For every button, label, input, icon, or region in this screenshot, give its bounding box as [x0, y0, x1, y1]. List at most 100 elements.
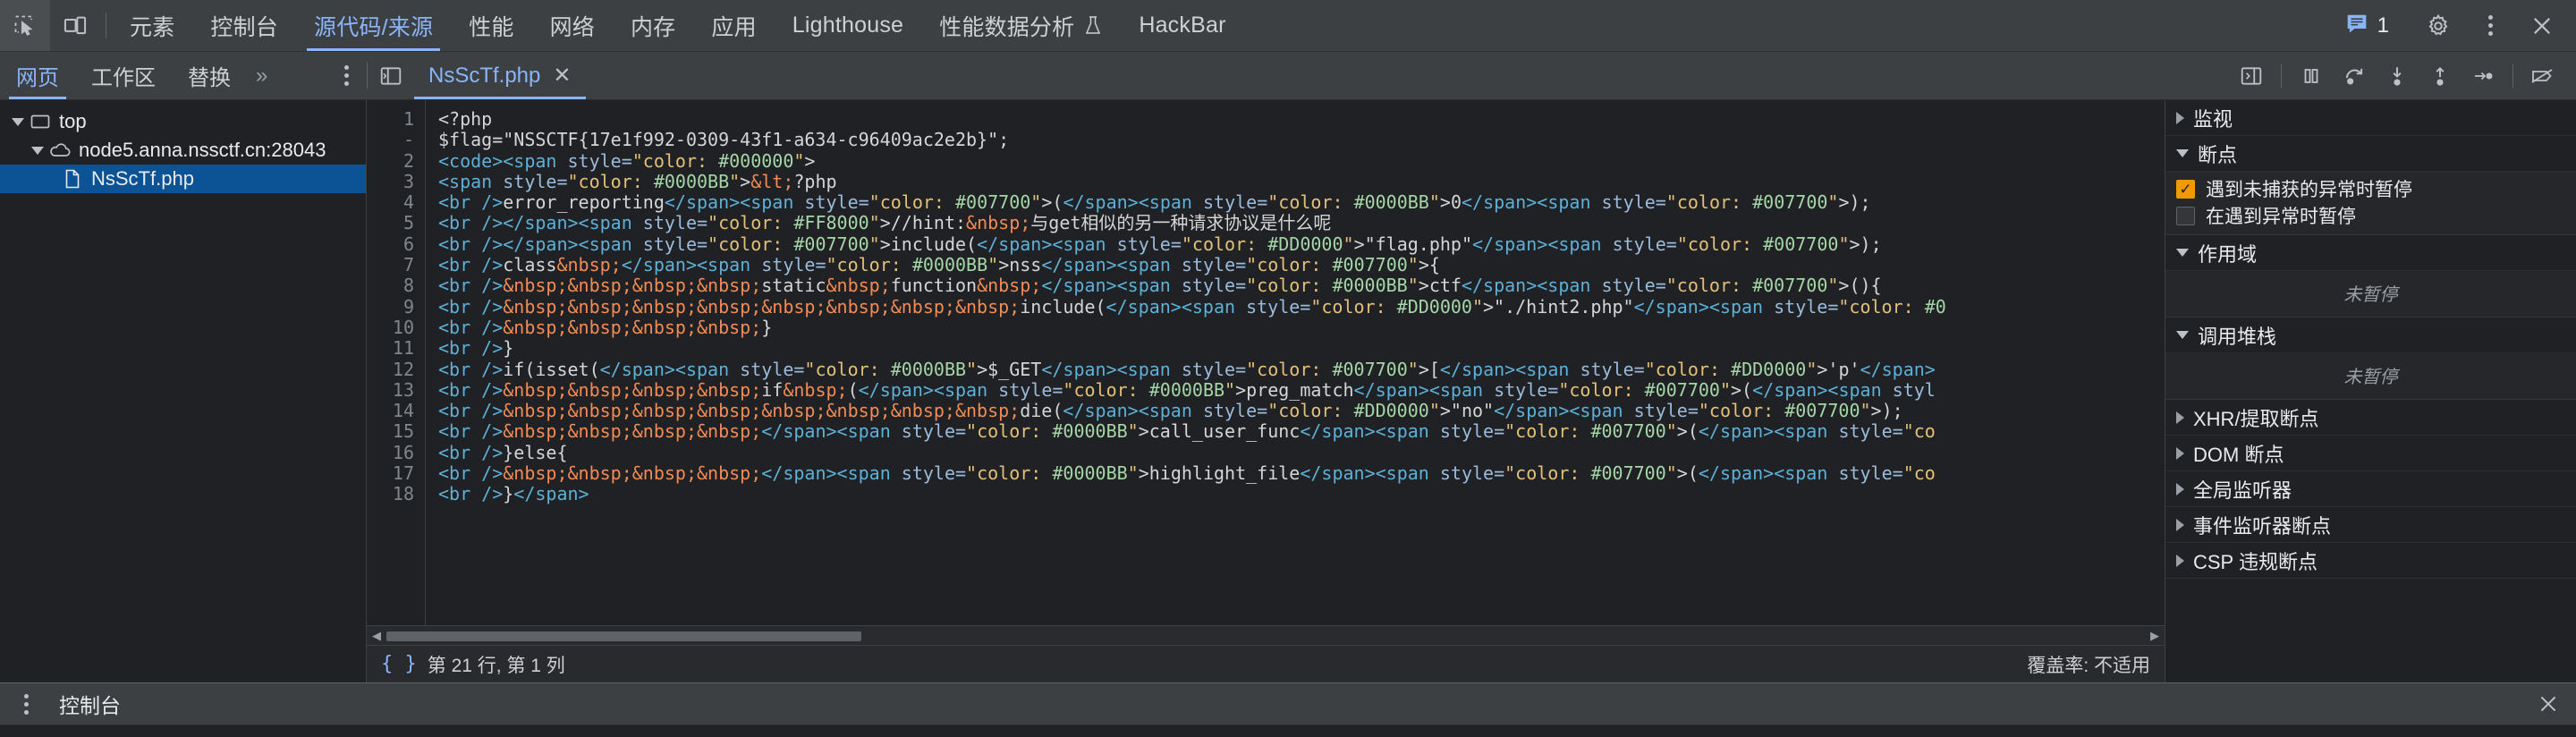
code-line[interactable]: $flag="NSSCTF{17e1f992-0309-43f1-a634-c9…	[438, 130, 2165, 150]
section-xhr-breakpoints[interactable]: XHR/提取断点	[2165, 400, 2576, 436]
line-number[interactable]: 13	[367, 379, 425, 401]
line-number[interactable]: 14	[367, 400, 425, 421]
checkbox-row-pause-caught[interactable]: 在遇到异常时暂停	[2165, 202, 2576, 229]
tab-performance[interactable]: 性能	[451, 0, 531, 51]
line-number[interactable]: 11	[367, 337, 425, 359]
pretty-print-braces-icon[interactable]: { }	[381, 653, 417, 675]
line-number[interactable]: 2	[367, 150, 425, 172]
show-debugger-panel-icon[interactable]	[2231, 55, 2272, 97]
navigator-more-options-icon[interactable]	[326, 52, 367, 99]
device-toolbar-icon[interactable]	[50, 0, 100, 51]
tree-item-domain[interactable]: node5.anna.nssctf.cn:28043	[0, 136, 366, 165]
chevron-down-icon[interactable]	[2176, 149, 2189, 157]
close-icon[interactable]	[2521, 692, 2576, 716]
nav-tab-overrides[interactable]: 替换	[172, 52, 247, 99]
code-line[interactable]: <br />&nbsp;&nbsp;&nbsp;&nbsp;if&nbsp;(<…	[438, 379, 2165, 401]
tab-lighthouse[interactable]: Lighthouse	[775, 0, 921, 51]
code-line[interactable]: <br />&nbsp;&nbsp;&nbsp;&nbsp;static&nbs…	[438, 275, 2165, 296]
chevron-right-icon[interactable]	[2176, 518, 2184, 531]
editor-tab-nsctf-php[interactable]: NsScTf.php ✕	[414, 52, 586, 99]
scrollbar-thumb[interactable]	[386, 631, 861, 641]
code-content[interactable]: <?php $flag="NSSCTF{17e1f992-0309-43f1-a6…	[426, 100, 2165, 625]
line-number[interactable]: 17	[367, 462, 425, 484]
line-number[interactable]: 10	[367, 317, 425, 338]
code-line[interactable]: <br /></span><span style="color: #FF8000…	[438, 213, 2165, 233]
checkbox-unchecked-icon[interactable]	[2176, 206, 2195, 225]
step-icon[interactable]	[2462, 55, 2504, 97]
chevron-right-icon[interactable]	[2176, 446, 2184, 460]
code-line[interactable]: <br />&nbsp;&nbsp;&nbsp;&nbsp;&nbsp;&nbs…	[438, 401, 2165, 421]
section-dom-breakpoints[interactable]: DOM 断点	[2165, 436, 2576, 471]
tree-item-file[interactable]: NsScTf.php	[0, 165, 366, 193]
line-number[interactable]: 16	[367, 442, 425, 463]
nav-tab-workspace[interactable]: 工作区	[75, 52, 172, 99]
chevron-right-icon[interactable]	[2176, 482, 2184, 496]
line-number[interactable]: 6	[367, 233, 425, 255]
pause-icon[interactable]	[2291, 55, 2332, 97]
line-number[interactable]: 3	[367, 171, 425, 192]
chevron-down-icon[interactable]	[2176, 249, 2189, 257]
section-breakpoints[interactable]: 断点	[2165, 136, 2576, 172]
scroll-right-icon[interactable]: ▶	[2145, 629, 2165, 643]
step-out-icon[interactable]	[2419, 55, 2461, 97]
message-count-badge[interactable]: 1	[2336, 12, 2398, 39]
section-watch[interactable]: 监视	[2165, 100, 2576, 136]
more-vertical-icon[interactable]	[7, 693, 45, 715]
tab-sources[interactable]: 源代码/来源	[296, 0, 451, 51]
close-icon[interactable]: ✕	[553, 64, 571, 87]
code-line[interactable]: <span style="color: #0000BB">&lt;?php	[438, 171, 2165, 192]
chevron-down-icon[interactable]	[2176, 331, 2189, 339]
scroll-left-icon[interactable]: ◀	[367, 629, 386, 643]
tab-hackbar[interactable]: HackBar	[1121, 0, 1243, 51]
more-tabs-button[interactable]: »	[247, 52, 276, 99]
line-number[interactable]: -	[367, 129, 425, 150]
nav-tab-page[interactable]: 网页	[0, 52, 75, 99]
section-scope[interactable]: 作用域	[2165, 235, 2576, 271]
tree-item-top[interactable]: top	[0, 107, 366, 136]
drawer-tab-console[interactable]: 控制台	[45, 683, 135, 724]
code-line[interactable]: <?php	[438, 108, 2165, 130]
section-event-listener-breakpoints[interactable]: 事件监听器断点	[2165, 507, 2576, 543]
section-call-stack[interactable]: 调用堆栈	[2165, 318, 2576, 353]
line-number[interactable]: 15	[367, 421, 425, 443]
code-line[interactable]: <br />}</span>	[438, 484, 2165, 504]
line-number[interactable]: 1	[367, 108, 425, 130]
line-number[interactable]: 8	[367, 275, 425, 297]
step-into-icon[interactable]	[2377, 55, 2418, 97]
code-line[interactable]: <br />&nbsp;&nbsp;&nbsp;&nbsp;</span><sp…	[438, 462, 2165, 484]
code-line[interactable]: <br />}	[438, 338, 2165, 359]
collapse-sidebar-icon[interactable]	[368, 52, 414, 99]
tab-memory[interactable]: 内存	[613, 0, 693, 51]
horizontal-scrollbar[interactable]: ◀ ▶	[367, 625, 2165, 645]
chevron-down-icon[interactable]	[9, 117, 27, 126]
deactivate-breakpoints-icon[interactable]	[2522, 55, 2563, 97]
line-number[interactable]: 9	[367, 296, 425, 318]
code-line[interactable]: <br />class&nbsp;</span><span style="col…	[438, 254, 2165, 275]
chevron-down-icon[interactable]	[29, 146, 47, 155]
code-line[interactable]: <br />}else{	[438, 442, 2165, 463]
code-line[interactable]: <br />&nbsp;&nbsp;&nbsp;&nbsp;&nbsp;&nbs…	[438, 296, 2165, 318]
tab-performance-insights[interactable]: 性能数据分析	[921, 0, 1121, 51]
tab-application[interactable]: 应用	[693, 0, 774, 51]
chevron-right-icon[interactable]	[2176, 111, 2184, 124]
code-line[interactable]: <br /></span><span style="color: #007700…	[438, 233, 2165, 255]
code-line[interactable]: <br />error_reporting</span><span style=…	[438, 192, 2165, 213]
line-number[interactable]: 5	[367, 213, 425, 234]
more-vertical-icon[interactable]	[2465, 15, 2515, 36]
scrollbar-track[interactable]	[386, 630, 2145, 642]
line-number[interactable]: 4	[367, 191, 425, 213]
checkbox-checked-icon[interactable]: ✓	[2176, 179, 2195, 199]
line-number[interactable]: 18	[367, 484, 425, 505]
section-csp-violation-breakpoints[interactable]: CSP 违规断点	[2165, 543, 2576, 579]
code-line[interactable]: <br />if(isset(</span><span style="color…	[438, 359, 2165, 380]
section-global-listeners[interactable]: 全局监听器	[2165, 471, 2576, 507]
line-number-gutter[interactable]: 1-2 3 4 5 6 7 8 9 10 11 12 13 14 15 16 17 18	[367, 100, 426, 625]
line-number[interactable]: 12	[367, 359, 425, 380]
tab-console[interactable]: 控制台	[192, 0, 296, 51]
gear-icon[interactable]	[2413, 13, 2463, 38]
step-over-icon[interactable]	[2334, 55, 2375, 97]
tab-network[interactable]: 网络	[532, 0, 613, 51]
close-icon[interactable]	[2517, 13, 2567, 38]
chevron-right-icon[interactable]	[2176, 411, 2184, 424]
chevron-right-icon[interactable]	[2176, 554, 2184, 567]
